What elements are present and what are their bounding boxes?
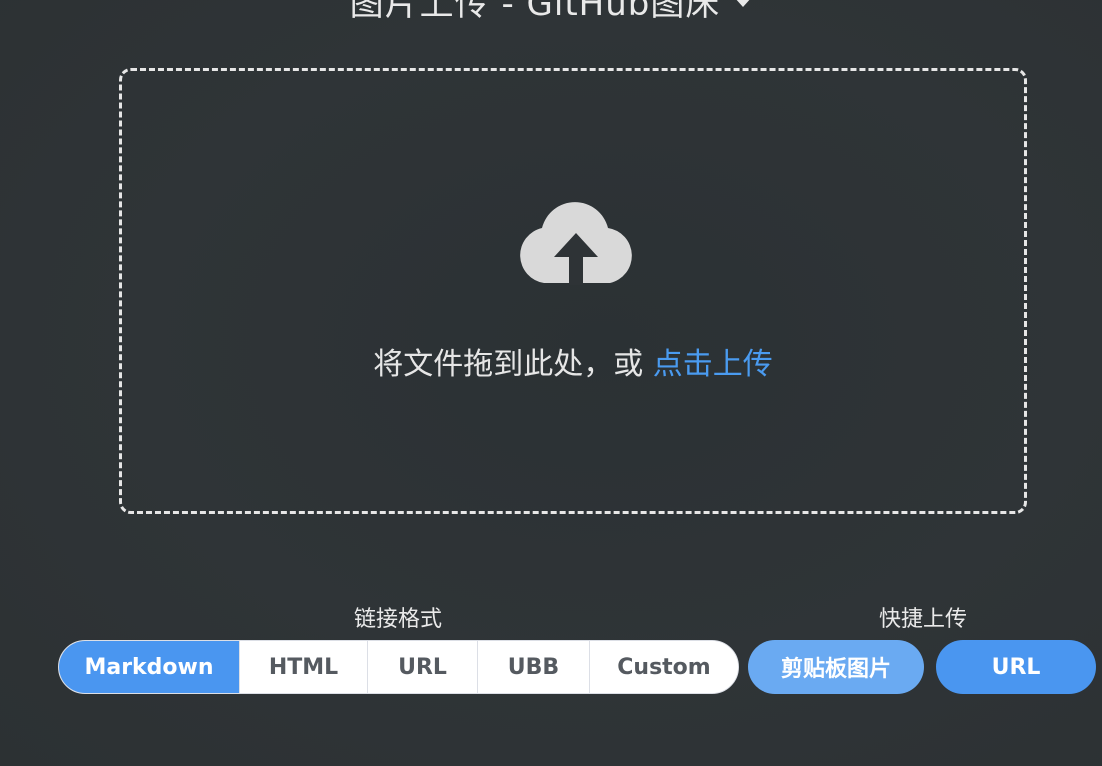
format-html-button[interactable]: HTML <box>239 641 367 693</box>
format-url-button[interactable]: URL <box>367 641 477 693</box>
page-title: 图片上传 - GitHub图床 <box>349 0 721 24</box>
picbed-selector[interactable]: 图片上传 - GitHub图床 <box>0 0 1102 24</box>
link-format-label: 链接格式 <box>353 607 442 632</box>
link-format-group: Markdown HTML URL UBB Custom <box>58 640 739 694</box>
caret-down-icon[interactable] <box>734 0 753 7</box>
drop-hint: 将文件拖到此处，或 <box>373 347 644 382</box>
upload-dropzone[interactable]: 将文件拖到此处，或 点击上传 <box>119 68 1027 514</box>
click-upload-link[interactable]: 点击上传 <box>653 347 773 382</box>
format-ubb-button[interactable]: UBB <box>477 641 589 693</box>
format-markdown-button[interactable]: Markdown <box>59 641 239 693</box>
quick-upload-label: 快捷上传 <box>878 607 967 632</box>
cloud-upload-icon <box>520 202 632 285</box>
dropzone-text: 将文件拖到此处，或 点击上传 <box>122 339 1024 383</box>
url-upload-button[interactable]: URL <box>936 640 1096 694</box>
clipboard-upload-button[interactable]: 剪贴板图片 <box>748 640 924 694</box>
format-custom-button[interactable]: Custom <box>589 641 738 693</box>
